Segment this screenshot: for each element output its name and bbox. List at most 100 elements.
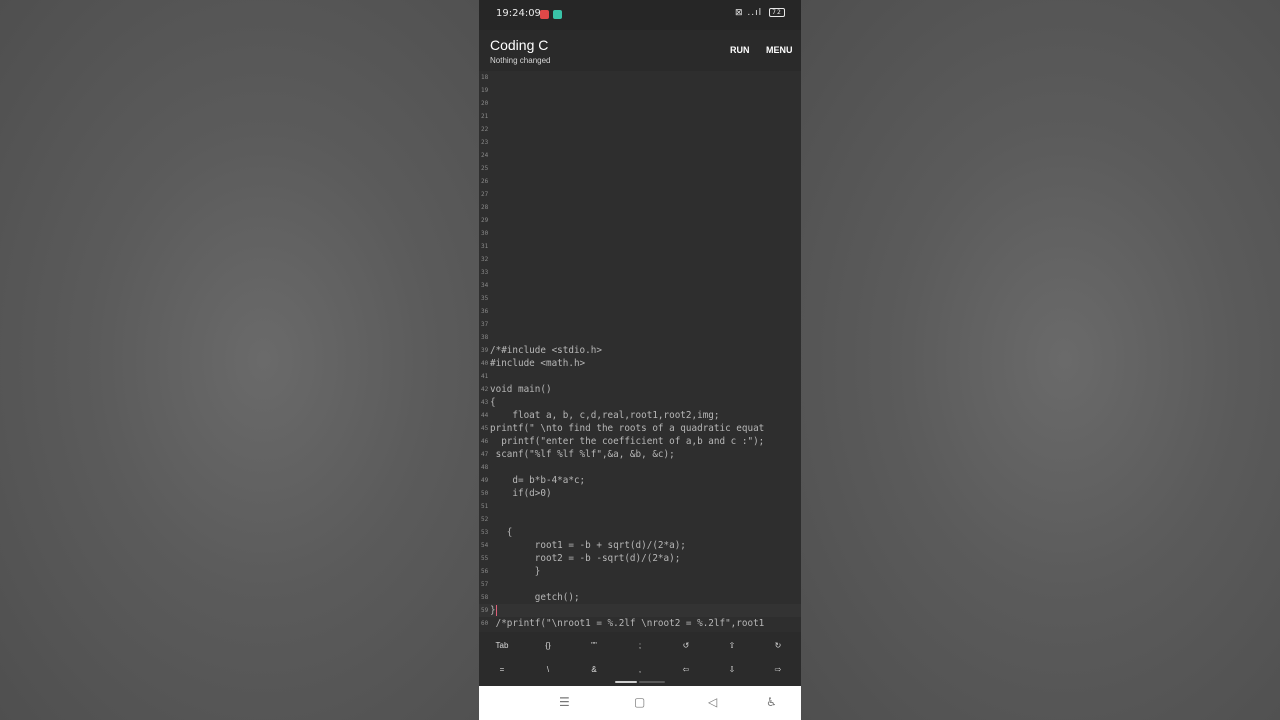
extra-key[interactable]: ↻ (755, 641, 801, 650)
line-code[interactable]: #include <math.h> (490, 357, 585, 370)
code-line[interactable]: 41 (479, 370, 801, 383)
code-line[interactable]: 39/*#include <stdio.h> (479, 344, 801, 357)
navigation-bar: ☰ ▢ ◁ ♿ (479, 686, 801, 720)
code-line[interactable]: 40 #include <math.h> (479, 357, 801, 370)
line-code[interactable]: d= b*b-4*a*c; (490, 474, 585, 487)
run-button[interactable]: RUN (730, 45, 750, 55)
code-line[interactable]: 42 void main() (479, 383, 801, 396)
code-line[interactable]: 19 (479, 84, 801, 97)
code-line[interactable]: 53 { (479, 526, 801, 539)
code-line[interactable]: 38 (479, 331, 801, 344)
code-line[interactable]: 28 (479, 201, 801, 214)
recent-apps-icon[interactable]: ☰ (559, 695, 570, 709)
battery-icon: 72 (769, 8, 785, 17)
line-code[interactable]: printf(" \nto find the roots of a quadra… (490, 422, 764, 435)
line-number: 28 (481, 204, 489, 211)
extra-key[interactable]: ; (617, 641, 663, 650)
code-line[interactable]: 37 (479, 318, 801, 331)
line-code[interactable]: if(d>0) (490, 487, 551, 500)
line-code[interactable]: float a, b, c,d,real,root1,root2,img; (490, 409, 719, 422)
code-line[interactable]: 54 root1 = -b + sqrt(d)/(2*a); (479, 539, 801, 552)
extra-key[interactable]: = (479, 665, 525, 674)
line-code[interactable]: /*#include <stdio.h> (490, 344, 602, 357)
line-number: 58 (481, 594, 489, 601)
code-line[interactable]: 25 (479, 162, 801, 175)
code-line[interactable]: 30 (479, 227, 801, 240)
extra-key[interactable]: , (617, 665, 663, 674)
code-line[interactable]: 45 printf(" \nto find the roots of a quad… (479, 422, 801, 435)
extra-key[interactable]: ↺ (663, 641, 709, 650)
code-line[interactable]: 24 (479, 149, 801, 162)
keys-page-indicator-track (639, 681, 665, 683)
code-line[interactable]: 26 (479, 175, 801, 188)
code-line[interactable]: 49 d= b*b-4*a*c; (479, 474, 801, 487)
code-line[interactable]: 43{ (479, 396, 801, 409)
line-code[interactable]: printf("enter the coefficient of a,b and… (490, 435, 764, 448)
code-line[interactable]: 31 (479, 240, 801, 253)
line-number: 31 (481, 243, 489, 250)
line-code[interactable]: void main() (490, 383, 552, 396)
code-line[interactable]: 48 (479, 461, 801, 474)
back-icon[interactable]: ◁ (708, 695, 717, 709)
code-line[interactable]: 27 (479, 188, 801, 201)
extra-key[interactable]: ⇧ (709, 641, 755, 650)
code-editor[interactable]: 18 19 20 21 22 23 24 25 26 27 28 29 30 31 32 33 34 35 36 37… (479, 71, 801, 632)
line-number: 60 (481, 620, 489, 627)
code-line[interactable]: 58 getch(); (479, 591, 801, 604)
line-number: 23 (481, 139, 489, 146)
code-line[interactable]: 46 printf("enter the coefficient of a,b … (479, 435, 801, 448)
code-line[interactable]: 52 (479, 513, 801, 526)
code-line[interactable]: 60 /*printf("\nroot1 = %.2lf \nroot2 = %… (479, 617, 801, 630)
line-code[interactable]: { (490, 396, 496, 409)
code-line[interactable]: 35 (479, 292, 801, 305)
line-number: 35 (481, 295, 489, 302)
extra-key[interactable]: & (571, 665, 617, 674)
code-line[interactable]: 29 (479, 214, 801, 227)
code-line[interactable]: 57 (479, 578, 801, 591)
code-line[interactable]: 32 (479, 253, 801, 266)
app-title: Coding C (490, 37, 549, 53)
line-number: 55 (481, 555, 489, 562)
line-code[interactable]: } (490, 565, 541, 578)
code-line[interactable]: 18 (479, 71, 801, 84)
menu-button[interactable]: MENU (766, 45, 793, 55)
line-number: 40 (481, 360, 489, 367)
code-line[interactable]: 47 scanf("%lf %lf %lf",&a, &b, &c); (479, 448, 801, 461)
extra-keys-bar: Tab{} ""; ↺ ⇧ ↻ = \ &, ⇦ ⇩ ⇨ (479, 632, 801, 686)
code-line[interactable]: 51 (479, 500, 801, 513)
extra-key[interactable]: ⇨ (755, 665, 801, 674)
extra-key[interactable]: Tab (479, 641, 525, 650)
code-line[interactable]: 21 (479, 110, 801, 123)
code-line[interactable]: 50 if(d>0) (479, 487, 801, 500)
code-line[interactable]: 36 (479, 305, 801, 318)
phone-screen: 19:24:09 ⊠ ..ıl 72 Coding C Nothing chan… (479, 0, 801, 720)
code-line[interactable]: 44 float a, b, c,d,real,root1,root2,img; (479, 409, 801, 422)
line-code[interactable]: } (490, 604, 496, 617)
extra-key[interactable]: ⇩ (709, 665, 755, 674)
line-code[interactable]: { (490, 526, 513, 539)
extra-key[interactable]: ⇦ (663, 665, 709, 674)
line-number: 22 (481, 126, 489, 133)
line-number: 27 (481, 191, 489, 198)
code-line[interactable]: 34 (479, 279, 801, 292)
extra-key[interactable]: \ (525, 665, 571, 674)
code-line[interactable]: 33 (479, 266, 801, 279)
line-number: 45 (481, 425, 489, 432)
extra-key[interactable]: "" (571, 641, 617, 650)
code-line[interactable]: 55 root2 = -b -sqrt(d)/(2*a); (479, 552, 801, 565)
code-line[interactable]: 56 } (479, 565, 801, 578)
code-line[interactable]: 23 (479, 136, 801, 149)
notification-app-icon-2 (553, 10, 562, 19)
line-number: 39 (481, 347, 489, 354)
home-icon[interactable]: ▢ (634, 695, 645, 709)
accessibility-icon[interactable]: ♿ (766, 695, 777, 709)
line-code[interactable]: getch(); (490, 591, 580, 604)
extra-key[interactable]: {} (525, 641, 571, 650)
code-line[interactable]: 59} (479, 604, 801, 617)
line-code[interactable]: root2 = -b -sqrt(d)/(2*a); (490, 552, 681, 565)
code-line[interactable]: 22 (479, 123, 801, 136)
line-code[interactable]: scanf("%lf %lf %lf",&a, &b, &c); (490, 448, 675, 461)
line-code[interactable]: root1 = -b + sqrt(d)/(2*a); (490, 539, 686, 552)
code-line[interactable]: 20 (479, 97, 801, 110)
line-code[interactable]: /*printf("\nroot1 = %.2lf \nroot2 = %.2l… (490, 617, 765, 630)
